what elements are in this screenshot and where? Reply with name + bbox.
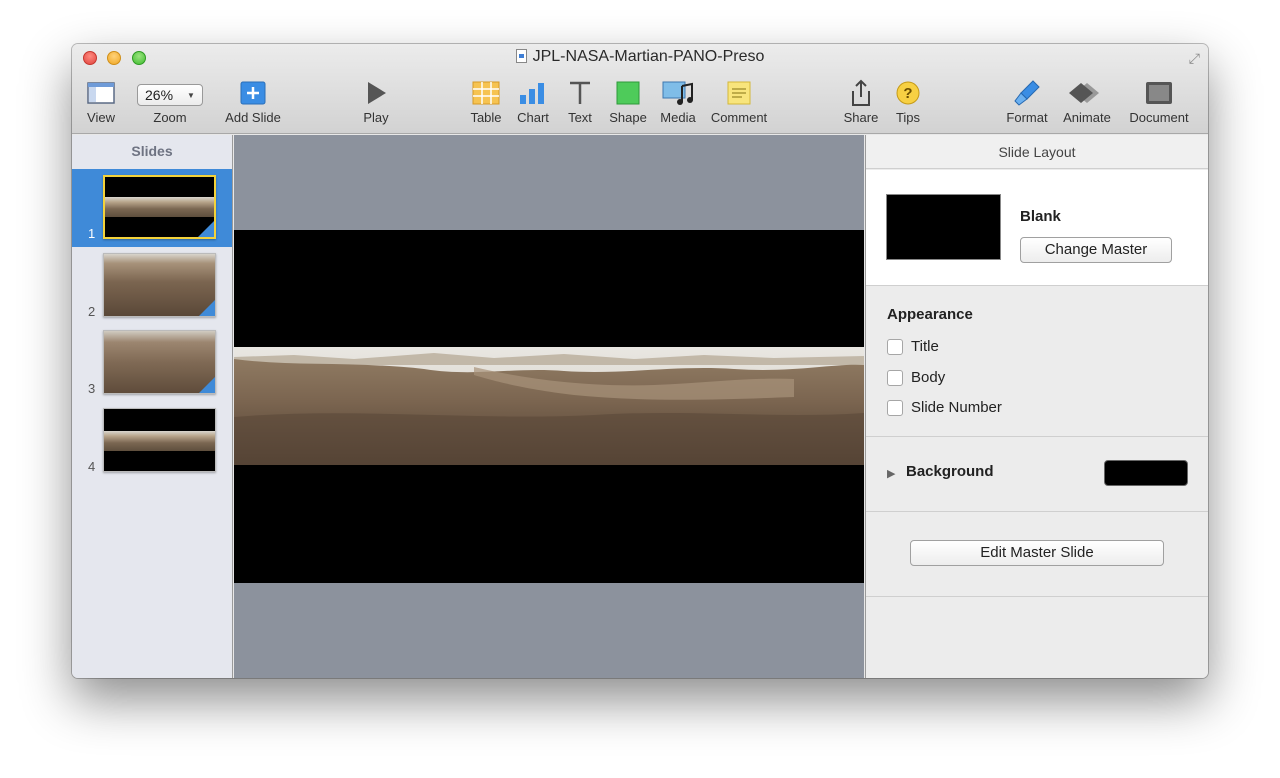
paintbrush-icon	[994, 78, 1060, 108]
slide-thumbnail-1[interactable]: 1	[72, 169, 232, 247]
document-button[interactable]: Document	[1126, 78, 1192, 125]
keynote-window: JPL-NASA-Martian-PANO-Preso ⤢ View 26% ▼…	[72, 44, 1208, 678]
view-label: View	[87, 110, 115, 125]
zoom-value: 26%	[145, 87, 174, 103]
background-label[interactable]: Background	[906, 463, 994, 480]
toolbar: JPL-NASA-Martian-PANO-Preso ⤢ View 26% ▼…	[72, 44, 1208, 134]
play-label: Play	[363, 110, 389, 125]
document-label: Document	[1129, 110, 1189, 125]
format-button[interactable]: Format	[994, 78, 1060, 125]
edit-master-slide-button[interactable]: Edit Master Slide	[910, 540, 1164, 566]
play-button[interactable]: Play	[343, 78, 409, 125]
add-slide-icon	[220, 78, 286, 108]
slide-number-checkbox-label: Slide Number	[911, 399, 1002, 416]
keynote-document-icon	[515, 49, 527, 63]
slides-title: Slides	[131, 143, 173, 159]
slide-number: 4	[88, 459, 96, 474]
tips-button[interactable]: ? Tips	[875, 78, 941, 125]
slide-number: 2	[88, 304, 96, 319]
title-checkbox-row[interactable]: Title	[887, 338, 939, 355]
media-button[interactable]: Media	[645, 78, 711, 125]
slide-number: 3	[88, 381, 96, 396]
help-icon: ?	[875, 78, 941, 108]
slide-thumbnail-4[interactable]: 4	[72, 402, 232, 480]
zoom-control[interactable]: 26% ▼ Zoom	[137, 78, 203, 125]
animate-label: Animate	[1063, 110, 1111, 125]
window-title: JPL-NASA-Martian-PANO-Preso	[532, 48, 765, 65]
slide-canvas	[234, 135, 864, 678]
format-label: Format	[1006, 110, 1048, 125]
edit-master-section: Edit Master Slide	[866, 512, 1208, 597]
master-section: Blank Change Master	[866, 170, 1208, 286]
add-slide-label: Add Slide	[225, 110, 281, 125]
title-checkbox-label: Title	[911, 338, 939, 355]
chevron-down-icon: ▼	[187, 90, 195, 100]
comment-label: Comment	[710, 110, 768, 125]
slide-number: 1	[88, 226, 96, 241]
zoom-dropdown[interactable]: 26% ▼	[137, 84, 203, 106]
document-icon	[1126, 78, 1192, 108]
body-checkbox[interactable]	[887, 369, 903, 386]
slide-navigator: Slides 1 2 3 4	[72, 135, 233, 678]
appearance-section: Appearance Title Body Slide Number	[866, 286, 1208, 437]
svg-text:?: ?	[903, 85, 912, 102]
disclosure-triangle-icon[interactable]: ▶	[887, 467, 895, 480]
body-checkbox-row[interactable]: Body	[887, 369, 945, 386]
slide-number-checkbox[interactable]	[887, 399, 903, 416]
mars-panorama-image[interactable]	[234, 347, 864, 465]
view-button[interactable]: View	[72, 78, 134, 125]
master-name: Blank	[1020, 208, 1061, 225]
background-section: ▶ Background	[866, 437, 1208, 512]
fullscreen-icon[interactable]: ⤢	[1189, 50, 1200, 67]
slide-thumbnail-3[interactable]: 3	[72, 324, 232, 402]
transition-indicator-icon	[199, 300, 215, 316]
comment-button[interactable]: Comment	[706, 78, 772, 125]
transition-indicator-icon	[198, 221, 214, 237]
slide-number-checkbox-row[interactable]: Slide Number	[887, 399, 1002, 416]
slide-preview	[103, 330, 216, 394]
change-master-button[interactable]: Change Master	[1020, 237, 1172, 263]
play-icon	[343, 78, 409, 108]
slide-preview	[103, 408, 216, 472]
slide-thumbnail-2[interactable]: 2	[72, 247, 232, 325]
background-color-well[interactable]	[1104, 460, 1188, 486]
format-inspector: Slide Layout Blank Change Master Appeara…	[865, 135, 1208, 678]
view-icon	[72, 78, 134, 108]
media-label: Media	[660, 110, 696, 125]
transition-indicator-icon	[199, 377, 215, 393]
appearance-heading: Appearance	[887, 306, 973, 323]
slide-preview	[103, 253, 216, 317]
inspector-title: Slide Layout	[866, 135, 1208, 169]
body-checkbox-label: Body	[911, 369, 946, 386]
media-icon	[645, 78, 711, 108]
slide-preview	[103, 175, 216, 239]
animate-button[interactable]: Animate	[1054, 78, 1120, 125]
current-slide[interactable]	[234, 230, 864, 583]
comment-icon	[706, 78, 772, 108]
add-slide-button[interactable]: Add Slide	[220, 78, 286, 125]
tips-label: Tips	[895, 110, 921, 125]
animate-icon	[1054, 78, 1120, 108]
title-checkbox[interactable]	[887, 338, 903, 355]
window-title-bar: JPL-NASA-Martian-PANO-Preso	[72, 48, 1208, 66]
zoom-label: Zoom	[153, 110, 187, 125]
master-preview	[886, 194, 1001, 260]
